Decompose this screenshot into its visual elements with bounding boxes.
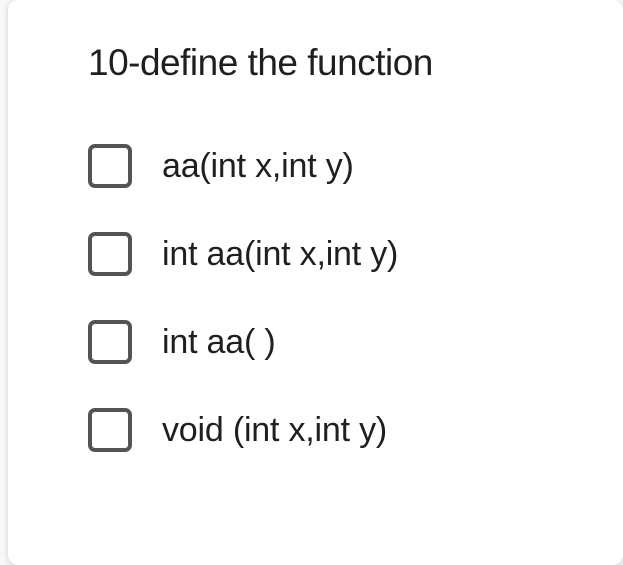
option-label: aa(int x,int y) [162, 147, 354, 186]
checkbox-option-3[interactable] [88, 320, 132, 364]
option-row: void (int x,int y) [88, 408, 563, 452]
checkbox-option-4[interactable] [88, 408, 132, 452]
options-list: aa(int x,int y) int aa(int x,int y) int … [88, 144, 563, 452]
question-title: 10-define the function [88, 42, 563, 84]
question-card: 10-define the function aa(int x,int y) i… [8, 0, 623, 565]
checkbox-option-2[interactable] [88, 232, 132, 276]
option-label: int aa( ) [162, 323, 275, 362]
option-row: int aa(int x,int y) [88, 232, 563, 276]
checkbox-option-1[interactable] [88, 144, 132, 188]
option-label: int aa(int x,int y) [162, 235, 398, 274]
option-label: void (int x,int y) [162, 411, 387, 450]
option-row: int aa( ) [88, 320, 563, 364]
option-row: aa(int x,int y) [88, 144, 563, 188]
